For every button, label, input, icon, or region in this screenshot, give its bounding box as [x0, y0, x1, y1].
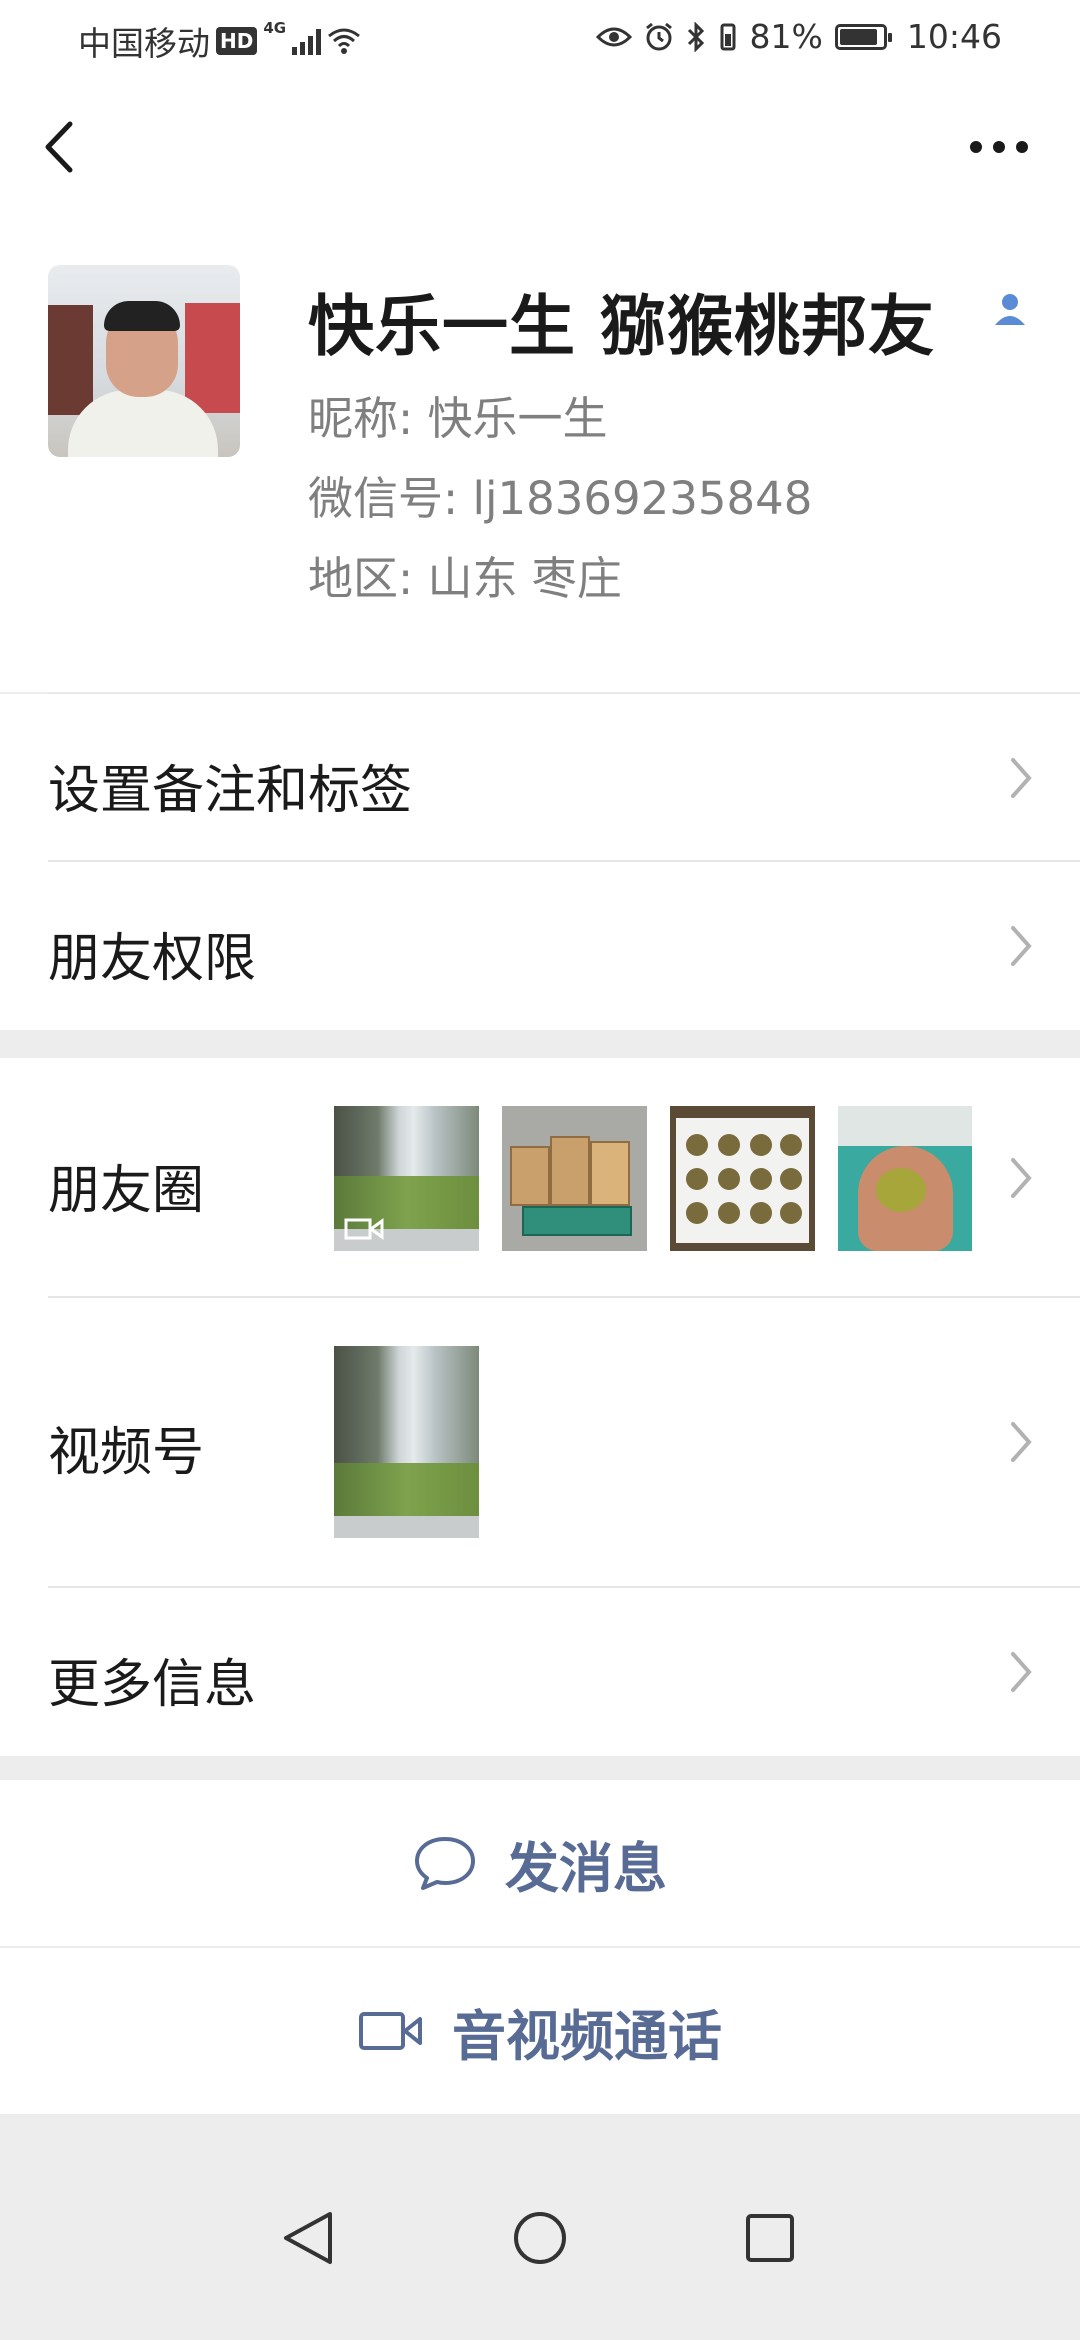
chevron-left-icon	[45, 121, 73, 173]
battery-icon	[834, 23, 892, 50]
battery-fill	[839, 28, 878, 45]
nickname: 昵称: 快乐一生	[308, 392, 608, 445]
video-call-button[interactable]: 音视频通话	[0, 1948, 1080, 2114]
channels-thumbnail	[334, 1346, 479, 1538]
network-type: 4G	[263, 19, 287, 37]
status-bar: 中国移动 HD 4G 81% 10:46	[0, 0, 1080, 72]
clock: 10:46	[906, 17, 1002, 56]
profile-header: 快乐一生 猕猴桃邦友 昵称: 快乐一生 微信号: lj18369235848 地…	[0, 217, 1080, 695]
chevron-right-icon	[1011, 758, 1032, 798]
square-recents-icon	[746, 2214, 794, 2262]
profile-name: 快乐一生 猕猴桃邦友	[308, 288, 935, 365]
chat-bubble-icon	[415, 1837, 475, 1890]
region: 地区: 山东 枣庄	[308, 552, 622, 605]
more-info-label: 更多信息	[48, 1655, 257, 1715]
vibrate-icon	[720, 23, 736, 50]
more-dots-icon	[970, 141, 1028, 153]
moments-thumbnail	[838, 1106, 972, 1251]
system-home-button[interactable]	[500, 2198, 580, 2278]
avatar[interactable]	[48, 265, 240, 457]
nav-bar	[0, 72, 1080, 217]
eye-icon	[595, 27, 632, 46]
moments-thumbnail	[502, 1106, 647, 1251]
carrier-group: 中国移动 HD 4G	[78, 17, 361, 65]
system-back-button[interactable]	[270, 2198, 350, 2278]
video-camera-icon	[359, 2012, 422, 2050]
back-button[interactable]	[36, 112, 84, 182]
moments-thumbnail	[334, 1106, 479, 1251]
alarm-icon	[645, 22, 672, 50]
bluetooth-icon	[687, 21, 704, 52]
system-nav-bar	[0, 2150, 1080, 2340]
wechat-id: 微信号: lj18369235848	[308, 472, 813, 525]
channels-row[interactable]: 视频号	[0, 1298, 1080, 1588]
wifi-icon	[328, 28, 361, 54]
chevron-right-icon	[1011, 926, 1032, 966]
video-camera-icon	[344, 1218, 384, 1240]
battery-percent: 81%	[749, 17, 823, 56]
signal-icon	[292, 27, 322, 55]
more-button[interactable]	[964, 127, 1034, 167]
system-recents-button[interactable]	[730, 2198, 810, 2278]
triangle-back-icon	[284, 2212, 332, 2264]
friend-permissions-label: 朋友权限	[48, 929, 257, 989]
chevron-right-icon	[1011, 1422, 1032, 1462]
more-info-row[interactable]: 更多信息	[0, 1588, 1080, 1756]
send-message-label: 发消息	[505, 1836, 667, 1900]
video-call-label: 音视频通话	[452, 2004, 722, 2068]
channels-label: 视频号	[48, 1423, 205, 1483]
person-icon	[995, 294, 1025, 325]
send-message-button[interactable]: 发消息	[0, 1780, 1080, 1946]
moments-label: 朋友圈	[48, 1161, 205, 1221]
hd-badge: HD	[216, 27, 258, 55]
moments-row[interactable]: 朋友圈	[0, 1058, 1080, 1298]
carrier-name: 中国移动	[78, 24, 210, 63]
chevron-right-icon	[1011, 1158, 1032, 1198]
remark-tags-label: 设置备注和标签	[48, 761, 413, 821]
chevron-right-icon	[1011, 1652, 1032, 1692]
remark-tags-row[interactable]: 设置备注和标签	[0, 694, 1080, 862]
friend-permissions-row[interactable]: 朋友权限	[0, 862, 1080, 1030]
contact-profile-screen: 中国移动 HD 4G 81% 10:46 快乐一生 猕猴桃邦友 昵称: 快乐一生…	[0, 0, 1080, 2340]
moments-thumbnail	[670, 1106, 815, 1251]
circle-home-icon	[514, 2212, 566, 2264]
status-right-group: 81% 10:46	[595, 17, 1002, 56]
